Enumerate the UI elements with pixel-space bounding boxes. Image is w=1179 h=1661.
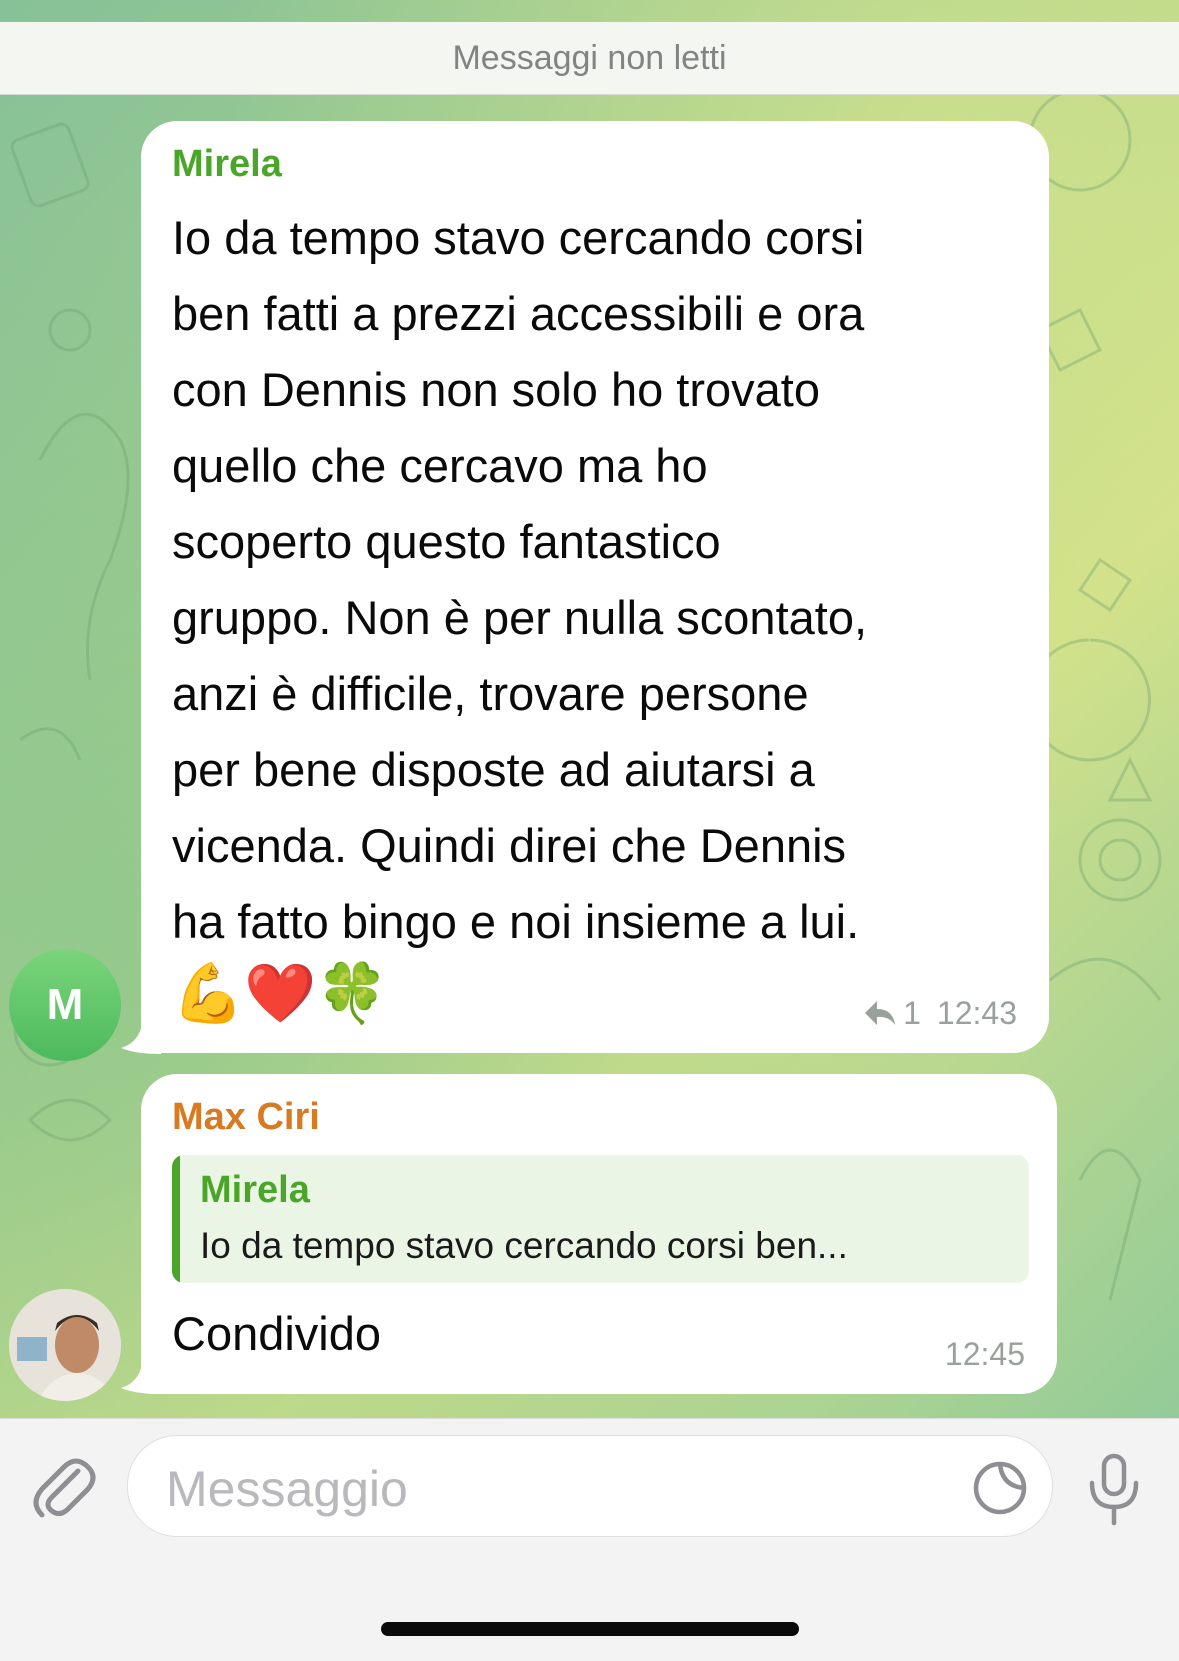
message-text-line: quello che cercavo ma ho <box>172 439 708 492</box>
quote-snippet: Io da tempo stavo cercando corsi ben... <box>200 1225 848 1266</box>
message-sender[interactable]: Mirela <box>172 143 282 186</box>
bubble-tail <box>121 1358 161 1394</box>
message-text-line: con Dennis non solo ho trovato <box>172 363 820 416</box>
bubble-tail <box>121 1018 161 1054</box>
paperclip-icon[interactable] <box>30 1451 96 1523</box>
message-text-line: per bene disposte ad aiutarsi a <box>172 743 815 796</box>
message-text: Io da tempo stavo cercando corsi ben fat… <box>172 200 1032 960</box>
message-input[interactable]: Messaggio <box>127 1435 1053 1537</box>
sticker-icon[interactable] <box>972 1460 1028 1516</box>
quote-sender: Mirela <box>200 1169 310 1211</box>
quote-bar <box>172 1155 180 1283</box>
unread-divider-label: Messaggi non letti <box>452 38 727 77</box>
message-meta: 1 12:43 <box>863 995 1017 1032</box>
unread-messages-divider: Messaggi non letti <box>0 22 1179 95</box>
microphone-icon[interactable] <box>1084 1453 1144 1527</box>
avatar[interactable] <box>9 1289 121 1401</box>
message-text-line: ben fatti a prezzi accessibili e ora <box>172 287 865 340</box>
message-text-line: anzi è difficile, trovare persone <box>172 667 809 720</box>
message-bubble[interactable]: Mirela Io da tempo stavo cercando corsi … <box>141 121 1049 1053</box>
message-text-line: Io da tempo stavo cercando corsi <box>172 211 865 264</box>
message-sender[interactable]: Max Ciri <box>172 1096 320 1139</box>
message-text-line: scoperto questo fantastico <box>172 515 721 568</box>
message-time: 12:45 <box>944 1336 1025 1372</box>
message-emoji: 💪❤️🍀 <box>172 961 389 1026</box>
message-composer: Messaggio <box>0 1418 1179 1661</box>
message-text-line: vicenda. Quindi direi che Dennis <box>172 819 847 872</box>
home-indicator[interactable] <box>381 1622 799 1636</box>
avatar[interactable]: M <box>9 949 121 1061</box>
reply-quote[interactable]: Mirela Io da tempo stavo cercando corsi … <box>172 1155 1029 1283</box>
message-bubble[interactable]: Max Ciri Mirela Io da tempo stavo cercan… <box>141 1074 1057 1394</box>
reply-arrow-icon <box>865 1000 896 1025</box>
message-input-placeholder: Messaggio <box>166 1461 408 1517</box>
avatar-initial: M <box>46 980 84 1029</box>
message-text-line: ha fatto bingo e noi insieme a lui. <box>172 895 860 948</box>
message-text-line: gruppo. Non è per nulla scontato, <box>172 591 868 644</box>
message-time: 12:43 <box>936 995 1017 1031</box>
reply-count[interactable]: 1 <box>903 995 921 1032</box>
message-text: Condivido <box>172 1307 382 1360</box>
profile-photo <box>9 1289 121 1401</box>
